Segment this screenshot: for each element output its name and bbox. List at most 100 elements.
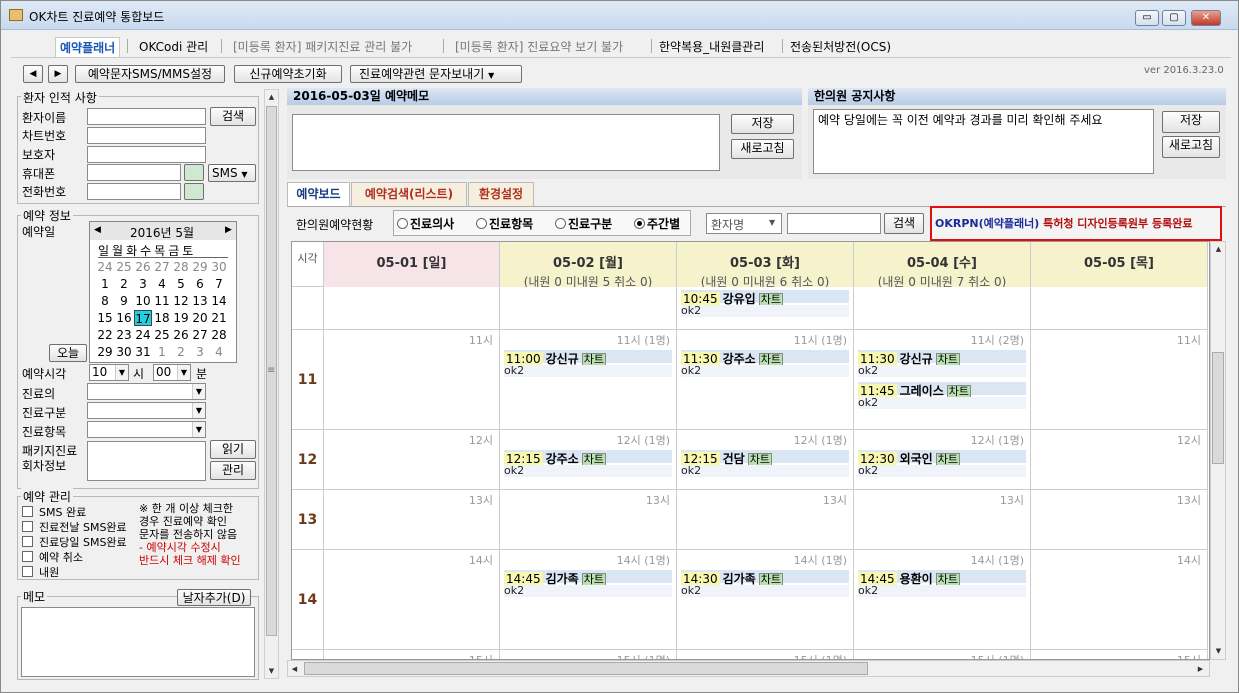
board-search-button[interactable]: 검색	[884, 213, 924, 234]
calendar-day[interactable]: 16	[115, 310, 133, 326]
visit-checkbox[interactable]	[22, 566, 33, 577]
appointment[interactable]: 12:15 건담 차트	[681, 450, 849, 466]
menu-planner[interactable]: 예약플래너	[55, 37, 121, 57]
menu-okcodi[interactable]: OKCodi 관리	[139, 38, 208, 55]
doctor-select[interactable]: ▼	[87, 383, 206, 400]
appointment[interactable]: 12:15 강주소 차트	[504, 450, 672, 466]
calendar-day[interactable]: 24	[134, 327, 152, 343]
scroll-down-icon[interactable]: ▼	[1212, 644, 1225, 658]
calendar-day[interactable]: 30	[210, 259, 228, 275]
time-slot[interactable]: 11시 (1명)	[500, 330, 677, 430]
send-msg-dropdown[interactable]: 진료예약관련 문자보내기 ▼	[350, 65, 522, 83]
calendar-day[interactable]: 28	[172, 259, 190, 275]
scroll-left-icon[interactable]: ◀	[288, 662, 301, 676]
tab-board[interactable]: 예약보드	[287, 182, 350, 206]
board-vscrollbar[interactable]: ▲ ▼	[1210, 241, 1226, 660]
patient-combo[interactable]: 환자명 ▼	[706, 213, 782, 234]
calendar-day[interactable]: 1	[153, 344, 171, 360]
board-hscrollbar[interactable]: ◀ ▶	[287, 660, 1210, 677]
day-header[interactable]: 05-01 [일]	[324, 242, 500, 287]
calendar-day[interactable]: 3	[134, 276, 152, 292]
notice-refresh-button[interactable]: 새로고침	[1162, 136, 1220, 158]
today-button[interactable]: 오늘	[49, 344, 87, 362]
time-slot[interactable]: 11시 (2명)	[854, 330, 1031, 430]
day-memo-textarea[interactable]	[292, 114, 720, 171]
time-slot[interactable]: 13시	[677, 490, 854, 550]
close-button[interactable]: ✕	[1191, 10, 1221, 26]
tab-search-list[interactable]: 예약검색(리스트)	[351, 182, 467, 206]
sms-day-checkbox[interactable]	[22, 536, 33, 547]
calendar-day[interactable]: 10	[134, 293, 152, 309]
day-header[interactable]: 05-04 [수] (내원 0 미내원 7 취소 0)	[854, 242, 1031, 289]
calendar-day[interactable]: 18	[153, 310, 171, 326]
calendar-day[interactable]: 11	[153, 293, 171, 309]
radio-item[interactable]	[476, 218, 487, 229]
calendar-day[interactable]: 2	[115, 276, 133, 292]
time-slot[interactable]	[854, 287, 1031, 330]
package-info-box[interactable]	[87, 441, 206, 481]
sms-done-checkbox[interactable]	[22, 506, 33, 517]
menu-herbal[interactable]: 한약복용_내원클관리	[659, 38, 764, 55]
appointment[interactable]: 14:45 김가족 차트	[504, 570, 672, 586]
phone-icon[interactable]	[184, 164, 204, 181]
calendar-day[interactable]: 9	[115, 293, 133, 309]
time-slot[interactable]: 14시	[1031, 550, 1208, 650]
calendar-day[interactable]: 13	[191, 293, 209, 309]
radio-weekly[interactable]	[634, 218, 645, 229]
init-button[interactable]: 신규예약초기화	[234, 65, 342, 83]
sms-prev-checkbox[interactable]	[22, 521, 33, 532]
appointment[interactable]: 14:30 김가족 차트	[681, 570, 849, 586]
appointment[interactable]: 14:45 용환이 차트	[858, 570, 1026, 586]
calendar-day[interactable]: 2	[172, 344, 190, 360]
memo-textarea[interactable]	[21, 607, 255, 677]
scroll-down-icon[interactable]: ▼	[265, 664, 278, 678]
calendar-day[interactable]: 25	[115, 259, 133, 275]
calendar-day[interactable]: 23	[115, 327, 133, 343]
calendar-day[interactable]: 27	[191, 327, 209, 343]
calendar-day[interactable]: 28	[210, 327, 228, 343]
calendar-day[interactable]: 27	[153, 259, 171, 275]
time-slot[interactable]: 13시	[500, 490, 677, 550]
calendar-day[interactable]: 6	[191, 276, 209, 292]
type-select[interactable]: ▼	[87, 402, 206, 419]
maximize-button[interactable]: ▢	[1162, 10, 1186, 26]
scroll-thumb[interactable]	[304, 662, 868, 675]
time-slot[interactable]	[1031, 287, 1208, 330]
patient-name-input[interactable]	[87, 108, 206, 125]
time-slot[interactable]: 15시 (1명)	[500, 650, 677, 659]
menu-ocs[interactable]: 전송된처방전(OCS)	[790, 38, 891, 55]
manage-button[interactable]: 관리	[210, 461, 256, 480]
notice-save-button[interactable]: 저장	[1162, 111, 1220, 133]
calendar-next-icon[interactable]: ▶	[225, 225, 232, 235]
day-header[interactable]: 05-05 [목]	[1031, 242, 1208, 287]
time-slot[interactable]: 13시	[324, 490, 500, 550]
time-slot[interactable]: 15시 (1명)	[854, 650, 1031, 659]
time-slot[interactable]: 11시	[1031, 330, 1208, 430]
minute-select[interactable]: 00 ▼	[153, 364, 191, 381]
appointment[interactable]: 11:45 그레이스 차트	[858, 382, 1026, 398]
radio-doctor[interactable]	[397, 218, 408, 229]
guardian-input[interactable]	[87, 146, 206, 163]
time-slot[interactable]: 15시	[324, 650, 500, 659]
calendar-day[interactable]: 26	[172, 327, 190, 343]
calendar-day[interactable]: 29	[96, 344, 114, 360]
notice-textarea[interactable]: 예약 당일에는 꼭 이전 예약과 경과를 미리 확인해 주세요	[813, 109, 1154, 174]
splitter-grip-icon[interactable]: ≡	[267, 365, 275, 376]
time-slot[interactable]: 15시	[1031, 650, 1208, 659]
calendar-day[interactable]: 17	[134, 310, 152, 326]
time-slot[interactable]: 11시 (1명)	[677, 330, 854, 430]
calendar-day[interactable]: 31	[134, 344, 152, 360]
calendar-day[interactable]: 15	[96, 310, 114, 326]
time-slot[interactable]	[500, 287, 677, 330]
add-date-button[interactable]: 날자추가(D)	[177, 589, 251, 606]
calendar-day[interactable]: 14	[210, 293, 228, 309]
menu-package[interactable]: [미등록 환자] 패키지진료 관리 불가	[233, 38, 412, 55]
mobile-input[interactable]	[87, 164, 181, 181]
minimize-button[interactable]: ▭	[1135, 10, 1159, 26]
calendar-day[interactable]: 8	[96, 293, 114, 309]
calendar-day[interactable]: 29	[191, 259, 209, 275]
time-slot[interactable]: 11시	[324, 330, 500, 430]
time-slot[interactable]: 14시 (1명)	[854, 550, 1031, 650]
time-slot[interactable]: 13시	[854, 490, 1031, 550]
read-button[interactable]: 읽기	[210, 440, 256, 459]
